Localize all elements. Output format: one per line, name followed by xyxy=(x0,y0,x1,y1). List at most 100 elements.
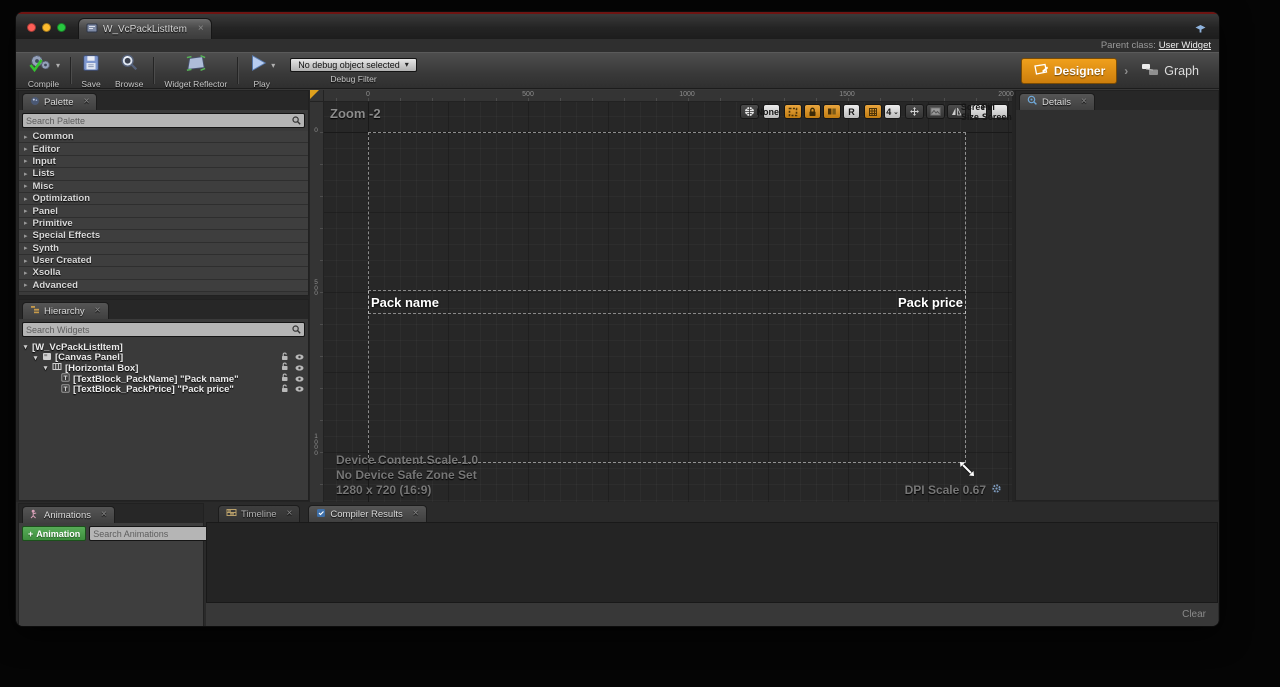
expander-icon[interactable]: ▾ xyxy=(22,343,29,351)
close-icon[interactable]: × xyxy=(1081,97,1087,107)
palette-category-input[interactable]: ▸Input xyxy=(19,156,308,168)
compile-options-caret-icon[interactable]: ▾ xyxy=(56,61,60,70)
palette-category-misc[interactable]: ▸Misc xyxy=(19,181,308,193)
expander-icon[interactable]: ▸ xyxy=(24,133,28,141)
close-tab-icon[interactable]: × xyxy=(198,24,204,34)
add-animation-button[interactable]: + Animation xyxy=(22,526,86,541)
designer-mode-button[interactable]: Designer xyxy=(1021,58,1117,84)
expander-icon[interactable]: ▸ xyxy=(24,195,28,203)
hierarchy-search-input[interactable] xyxy=(26,325,292,335)
palette-category-panel[interactable]: ▸Panel xyxy=(19,205,308,217)
tab-palette[interactable]: Palette × xyxy=(22,93,97,110)
tab-timeline[interactable]: Timeline × xyxy=(218,505,300,522)
device-content-scale-label: Device Content Scale 1.0 xyxy=(336,453,478,468)
details-icon xyxy=(1027,95,1038,109)
dpi-settings-gear-icon[interactable] xyxy=(991,483,1002,497)
resolution-label: 1280 x 720 (16:9) xyxy=(336,483,478,498)
grid-size-dropdown[interactable]: 4⌄ xyxy=(884,104,901,119)
visibility-eye-icon[interactable] xyxy=(295,352,304,363)
expander-icon[interactable]: ▾ xyxy=(42,364,49,372)
visibility-eye-icon[interactable] xyxy=(295,363,304,374)
tab-details[interactable]: Details × xyxy=(1019,93,1095,110)
save-button[interactable]: Save xyxy=(74,53,108,88)
horizontal-box-widget[interactable]: Pack name Pack price xyxy=(368,290,966,314)
palette-category-editor[interactable]: ▸Editor xyxy=(19,143,308,155)
resize-handle[interactable] xyxy=(956,458,978,485)
blueprint-class-icon xyxy=(1194,21,1207,39)
widget-reflector-button[interactable]: Widget Reflector xyxy=(157,53,234,88)
graph-icon xyxy=(1141,63,1159,79)
zoom-window-button[interactable] xyxy=(57,23,66,32)
pack-name-textblock[interactable]: Pack name xyxy=(371,295,439,310)
lock-widgets-toggle[interactable] xyxy=(804,104,821,119)
snap-layout-toggle[interactable] xyxy=(823,104,841,119)
close-icon[interactable]: × xyxy=(95,306,101,316)
browse-icon xyxy=(119,53,139,78)
expander-icon[interactable]: ▸ xyxy=(24,281,28,289)
expander-icon[interactable]: ▸ xyxy=(24,170,28,178)
preview-background-button[interactable] xyxy=(926,104,945,119)
graph-mode-button[interactable]: Graph xyxy=(1135,59,1205,83)
lock-open-icon[interactable] xyxy=(281,384,289,396)
viewport-corner-marker xyxy=(310,90,319,99)
animations-search-input[interactable] xyxy=(93,529,210,539)
palette-category-xsolla[interactable]: ▸Xsolla xyxy=(19,267,308,279)
tree-row-canvas-panel[interactable]: ▾ [Canvas Panel] xyxy=(19,353,308,364)
browse-button[interactable]: Browse xyxy=(108,53,150,88)
expander-icon[interactable]: ▸ xyxy=(24,145,28,153)
minimize-window-button[interactable] xyxy=(42,23,51,32)
show-outlines-toggle[interactable] xyxy=(784,104,802,119)
visibility-eye-icon[interactable] xyxy=(295,374,304,385)
compile-gears-icon xyxy=(27,53,53,78)
zoom-to-fit-button[interactable] xyxy=(905,104,924,119)
asset-tab[interactable]: W_VcPackListItem × xyxy=(78,18,212,39)
design-canvas[interactable]: Pack name Pack price Zoom -2 None⌄ R xyxy=(324,102,1012,502)
fill-screen-dropdown[interactable]: Fill Screen▾ xyxy=(991,104,1008,119)
palette-category-synth[interactable]: ▸Synth xyxy=(19,243,308,255)
expander-icon[interactable]: ▸ xyxy=(24,182,28,190)
compiler-results-log[interactable] xyxy=(206,522,1218,603)
expander-icon[interactable]: ▸ xyxy=(24,269,28,277)
respect-locks-toggle[interactable]: R xyxy=(843,104,860,119)
preview-culture-dropdown[interactable]: None⌄ xyxy=(763,104,780,119)
details-panel: Details × xyxy=(1015,90,1219,501)
close-icon[interactable]: × xyxy=(287,509,293,519)
expander-icon[interactable]: ▸ xyxy=(24,232,28,240)
palette-category-advanced[interactable]: ▸Advanced xyxy=(19,280,308,292)
palette-category-user-created[interactable]: ▸User Created xyxy=(19,255,308,267)
palette-category-special-effects[interactable]: ▸Special Effects xyxy=(19,230,308,242)
tree-row-root[interactable]: ▾ [W_VcPackListItem] xyxy=(19,342,308,353)
close-icon[interactable]: × xyxy=(413,509,419,519)
parent-class-link[interactable]: User Widget xyxy=(1159,40,1211,51)
debug-object-dropdown[interactable]: No debug object selected ▾ xyxy=(290,58,417,72)
palette-search-input[interactable] xyxy=(26,116,292,126)
close-window-button[interactable] xyxy=(27,23,36,32)
clear-log-button[interactable]: Clear xyxy=(1182,609,1206,620)
desktop: W_VcPackListItem × Parent class:User Wid… xyxy=(0,0,1280,687)
expander-icon[interactable]: ▸ xyxy=(24,244,28,252)
tab-animations[interactable]: Animations × xyxy=(22,506,115,523)
expander-icon[interactable]: ▸ xyxy=(24,207,28,215)
tab-compiler-results[interactable]: Compiler Results × xyxy=(308,505,426,522)
visibility-eye-icon[interactable] xyxy=(295,384,304,395)
grid-snap-toggle[interactable] xyxy=(864,104,882,119)
palette-category-common[interactable]: ▸Common xyxy=(19,131,308,143)
expander-icon[interactable]: ▾ xyxy=(32,354,39,362)
expander-icon[interactable]: ▸ xyxy=(24,157,28,165)
tab-hierarchy[interactable]: Hierarchy × xyxy=(22,302,109,319)
expander-icon[interactable]: ▸ xyxy=(24,257,28,265)
pack-price-textblock[interactable]: Pack price xyxy=(898,295,963,310)
ruler-tick-label: 2000 xyxy=(998,91,1014,98)
tree-row-textblock-packprice[interactable]: [TextBlock_PackPrice] "Pack price" xyxy=(19,384,308,395)
search-icon xyxy=(292,321,301,339)
palette-category-lists[interactable]: ▸Lists xyxy=(19,168,308,180)
play-options-caret-icon[interactable]: ▾ xyxy=(271,61,275,70)
palette-category-primitive[interactable]: ▸Primitive xyxy=(19,218,308,230)
palette-category-optimization[interactable]: ▸Optimization xyxy=(19,193,308,205)
hierarchy-tab-row: Hierarchy × xyxy=(19,300,308,319)
expander-icon[interactable]: ▸ xyxy=(24,219,28,227)
play-button[interactable]: ▾ Play xyxy=(241,53,282,88)
close-icon[interactable]: × xyxy=(84,97,90,107)
compile-button[interactable]: ▾ Compile xyxy=(20,53,67,88)
close-icon[interactable]: × xyxy=(101,510,107,520)
